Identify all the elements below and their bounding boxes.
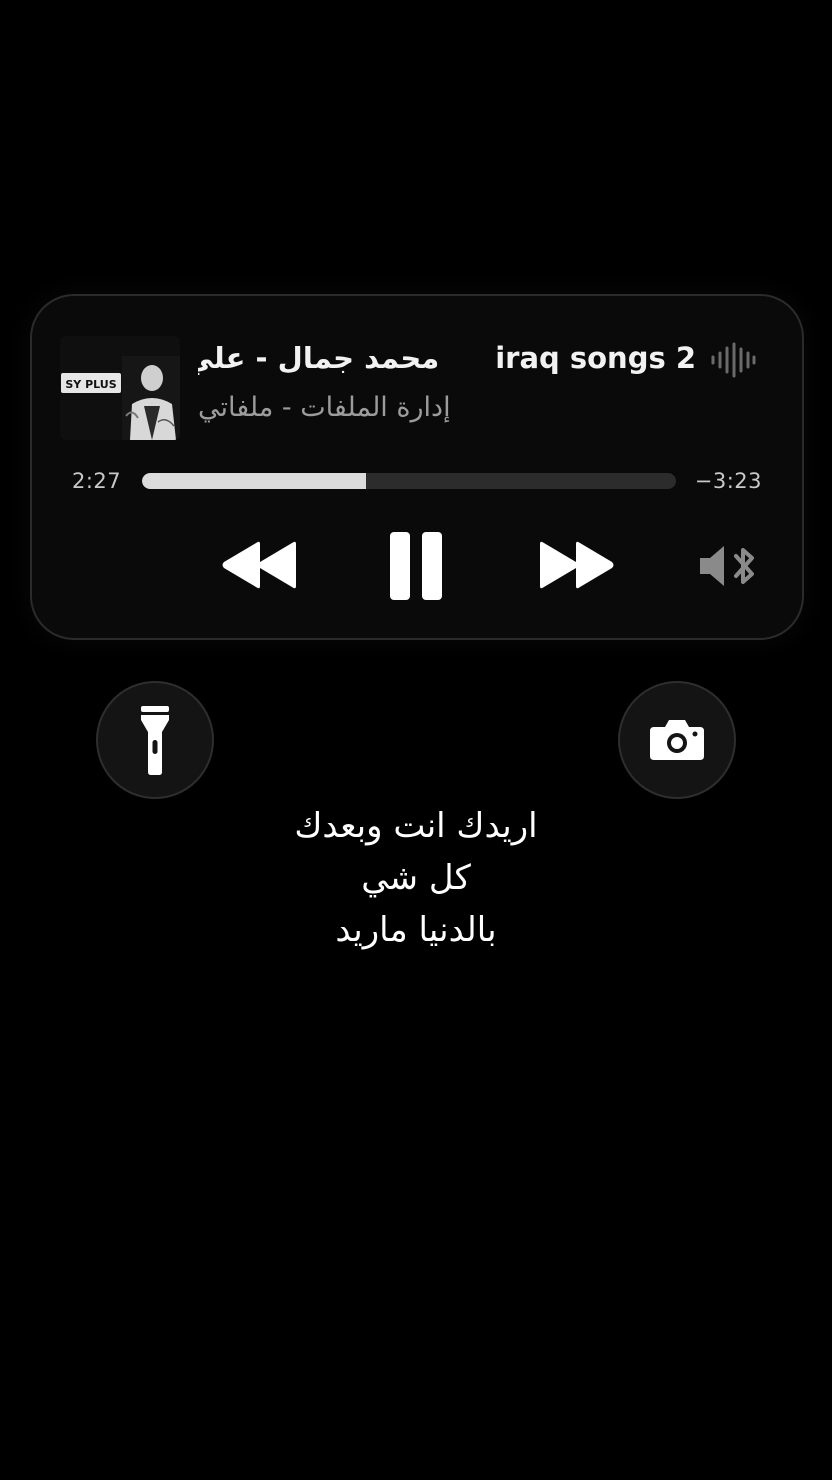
playlist-title: iraq songs 2	[495, 341, 696, 375]
progress-fill	[142, 473, 367, 489]
track-source: إدارة الملفات - ملفاتي	[198, 392, 451, 423]
lyrics-line: اريدك انت وبعدك	[294, 806, 538, 846]
pause-icon	[390, 532, 442, 600]
track-title: محمد جمال - علي	[198, 341, 440, 375]
speaker-bluetooth-icon	[700, 546, 754, 586]
lyrics-line: كل شي	[361, 858, 471, 898]
track-title-marquee: محمد جمال - علي iraq songs 2	[198, 338, 696, 378]
waveform-icon[interactable]	[710, 340, 756, 380]
pause-button[interactable]	[388, 530, 444, 602]
artwork-photo	[122, 356, 180, 440]
time-remaining: −3:23	[694, 469, 762, 493]
camera-icon	[650, 720, 704, 760]
lyrics-caption: اريدك انت وبعدك كل شي بالدنيا ماريد	[0, 800, 832, 956]
progress-slider[interactable]	[142, 473, 676, 489]
flashlight-button[interactable]	[96, 681, 214, 799]
time-elapsed: 2:27	[72, 469, 122, 493]
artwork-logo: SY PLUS	[60, 370, 122, 396]
now-playing-widget[interactable]: SY PLUS محمد جمال - علي iraq songs 2 إدار…	[30, 294, 804, 640]
artwork-logo-text: SY PLUS	[65, 378, 116, 391]
album-artwork[interactable]: SY PLUS	[60, 336, 180, 440]
audio-output-button[interactable]	[696, 542, 762, 590]
camera-button[interactable]	[618, 681, 736, 799]
fast-forward-button[interactable]	[536, 540, 616, 590]
lyrics-line: بالدنيا ماريد	[335, 910, 497, 950]
fast-forward-icon	[540, 541, 614, 589]
flashlight-icon	[141, 706, 169, 775]
rewind-button[interactable]	[220, 540, 300, 590]
rewind-icon	[222, 541, 296, 589]
